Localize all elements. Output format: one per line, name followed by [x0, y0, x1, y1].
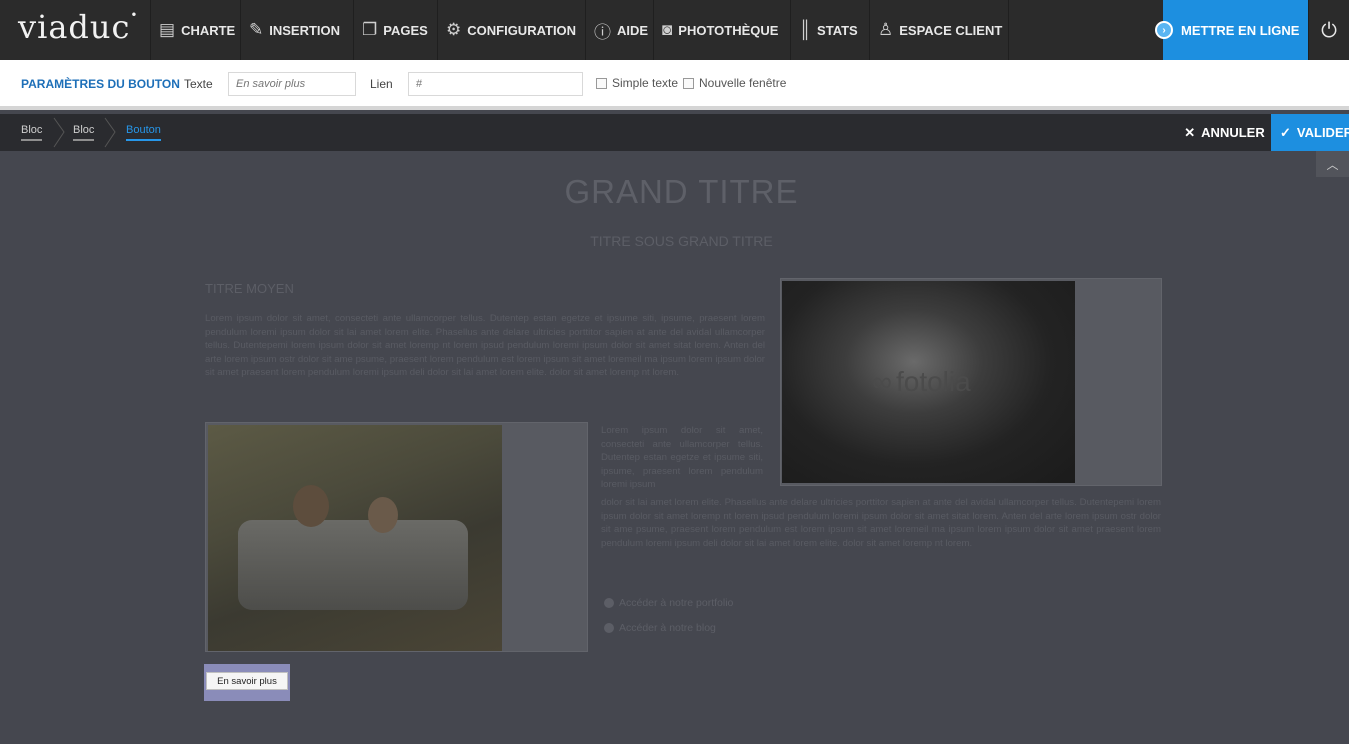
nav-label: ESPACE CLIENT: [899, 22, 1003, 38]
portrait-photo: ∞ fotolia: [782, 281, 1075, 483]
nav-label: AIDE: [617, 22, 649, 38]
validate-button[interactable]: ✓ VALIDER: [1271, 114, 1349, 151]
power-button[interactable]: ⏻: [1308, 0, 1349, 60]
paragraph-1: Lorem ipsum dolor sit amet, consecteti a…: [205, 313, 765, 379]
nav-label: PHOTOTHÈQUE: [678, 22, 779, 38]
link-label: Lien: [370, 77, 393, 91]
cancel-label: ANNULER: [1201, 125, 1265, 140]
chevron-right-icon: ›: [1155, 21, 1173, 39]
stats-icon: ║: [799, 20, 812, 39]
learn-more-button[interactable]: En savoir plus: [206, 672, 288, 690]
person-shape: [368, 497, 398, 533]
checkbox-icon: [596, 77, 607, 89]
simple-text-label: Simple texte: [612, 76, 679, 90]
person-shape: [293, 485, 329, 527]
nav-insertion[interactable]: ✎ INSERTION: [240, 0, 353, 60]
gear-icon: ⚙: [446, 20, 462, 39]
page-subtitle: TITRE SOUS GRAND TITRE: [590, 233, 773, 249]
breadcrumb-item-bloc-1[interactable]: Bloc: [21, 124, 43, 141]
publish-button[interactable]: › METTRE EN LIGNE: [1155, 0, 1308, 60]
nav-phototheque[interactable]: ◙ PHOTOTHÈQUE: [653, 0, 790, 60]
viaduc-logo[interactable]: viaduc•: [18, 8, 138, 46]
breadcrumb: Bloc Bloc Bouton: [0, 114, 1349, 151]
blog-link-label: Accéder à notre blog: [619, 622, 716, 634]
nav-label: CHARTE: [181, 22, 236, 38]
new-window-checkbox[interactable]: Nouvelle fenêtre: [683, 76, 786, 90]
paragraph-2: Lorem ipsum dolor sit amet, consecteti a…: [601, 425, 763, 491]
link-input[interactable]: [408, 72, 583, 96]
paragraph-3: dolor sit lai amet lorem elite. Phasellu…: [601, 497, 1161, 549]
fotolia-watermark: ∞ fotolia: [872, 366, 971, 397]
check-icon: ✓: [1280, 124, 1291, 140]
params-title: PARAMÈTRES DU BOUTON: [21, 77, 180, 91]
couple-car-photo: [208, 425, 502, 651]
button-parameters-bar: PARAMÈTRES DU BOUTON Texte Lien Simple t…: [0, 60, 1349, 110]
chevron-right-icon: [104, 117, 116, 148]
nav-pages[interactable]: ❐ PAGES: [353, 0, 437, 60]
portrait-image: ∞ fotolia: [780, 278, 1162, 486]
layout-icon: ▤: [159, 20, 176, 39]
new-window-label: Nouvelle fenêtre: [699, 76, 787, 90]
section-title: TITRE MOYEN: [205, 281, 294, 296]
chevron-up-icon: ︿: [1326, 157, 1339, 172]
checkbox-icon: [683, 77, 694, 89]
car-shape: [238, 520, 468, 610]
camera-icon: ◙: [662, 20, 673, 39]
publish-label: METTRE EN LIGNE: [1181, 22, 1300, 38]
portfolio-link[interactable]: Accéder à notre portfolio: [604, 597, 733, 609]
nav-espace-client[interactable]: ♙ ESPACE CLIENT: [869, 0, 1009, 60]
top-navigation-bar: viaduc• ▤ CHARTE ✎ INSERTION ❐ PAGES ⚙ CONFI…: [0, 0, 1349, 60]
user-icon: ♙: [878, 20, 894, 39]
logo-text: viaduc: [18, 8, 131, 46]
nav-label: CONFIGURATION: [467, 22, 577, 38]
nav-charte[interactable]: ▤ CHARTE: [150, 0, 240, 60]
bullet-icon: [604, 623, 614, 633]
close-icon: ✕: [1184, 124, 1196, 140]
page-title: GRAND TITRE: [564, 173, 799, 210]
nav-label: STATS: [817, 22, 858, 38]
validate-label: VALIDER: [1296, 125, 1349, 140]
simple-text-checkbox[interactable]: Simple texte: [596, 76, 678, 90]
help-icon: ⓘ: [594, 22, 611, 42]
text-input[interactable]: [228, 72, 356, 96]
text-label: Texte: [184, 77, 213, 91]
portfolio-link-label: Accéder à notre portfolio: [619, 597, 734, 609]
couple-car-image: [205, 422, 588, 652]
breadcrumb-item-bloc-2[interactable]: Bloc: [73, 124, 95, 141]
power-icon: ⏻: [1321, 18, 1337, 42]
bullet-icon: [604, 598, 614, 608]
nav-aide[interactable]: ⓘ AIDE: [585, 0, 653, 60]
nav-label: PAGES: [383, 22, 428, 38]
cancel-button[interactable]: ✕ ANNULER: [1178, 114, 1271, 151]
chevron-right-icon: [53, 117, 65, 148]
pages-icon: ❐: [362, 20, 378, 39]
breadcrumb-item-bouton[interactable]: Bouton: [126, 124, 161, 141]
nav-configuration[interactable]: ⚙ CONFIGURATION: [437, 0, 585, 60]
nav-stats[interactable]: ║ STATS: [790, 0, 869, 60]
pencil-icon: ✎: [249, 20, 264, 39]
blog-link[interactable]: Accéder à notre blog: [604, 622, 716, 634]
nav-label: INSERTION: [269, 22, 341, 38]
watermark-text: fotolia: [895, 366, 971, 397]
